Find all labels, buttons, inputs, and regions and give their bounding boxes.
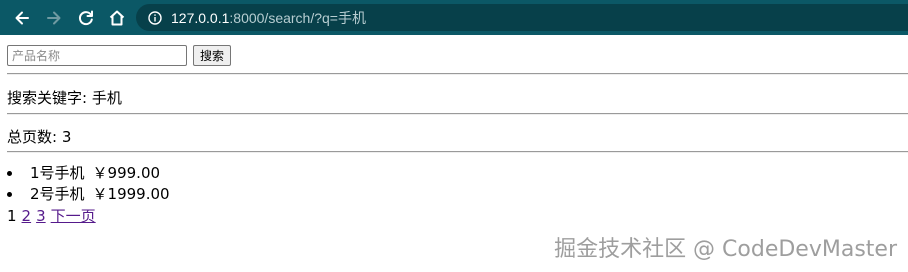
reload-icon <box>78 10 93 25</box>
address-bar[interactable]: 127.0.0.1:8000/search/?q=手机 <box>136 4 908 31</box>
search-form: 搜索 <box>7 45 232 66</box>
search-button[interactable]: 搜索 <box>193 45 232 66</box>
arrow-left-icon <box>15 11 29 24</box>
current-page: 1 <box>7 207 17 225</box>
list-item: 2号手机 ￥1999.00 <box>7 184 170 205</box>
home-icon <box>109 10 125 25</box>
pagination: 1 2 3 下一页 <box>7 205 96 226</box>
total-pages-label: 总页数: 3 <box>7 128 72 146</box>
product-name: 2号手机 <box>30 185 85 203</box>
reload-button[interactable] <box>75 7 97 29</box>
url-path: :8000/search/?q=手机 <box>229 9 366 26</box>
page-link-2[interactable]: 2 <box>22 207 32 225</box>
home-button[interactable] <box>106 7 128 29</box>
url-host: 127.0.0.1 <box>171 9 230 26</box>
result-list: 1号手机 ￥999.00 2号手机 ￥1999.00 <box>7 163 170 205</box>
product-name: 1号手机 <box>30 164 85 182</box>
list-item: 1号手机 ￥999.00 <box>7 163 170 184</box>
forward-button[interactable] <box>43 7 65 29</box>
page-content: 搜索 搜索关键字: 手机 总页数: 3 1号手机 ￥999.00 2号手机 ￥199… <box>0 35 908 272</box>
product-price: ￥1999.00 <box>92 185 170 203</box>
divider <box>7 151 908 153</box>
url-text[interactable]: 127.0.0.1:8000/search/?q=手机 <box>171 8 366 28</box>
watermark: 掘金技术社区 @ CodeDevMaster <box>554 237 897 262</box>
divider <box>7 73 908 75</box>
page-link-3[interactable]: 3 <box>36 207 46 225</box>
bullet-icon <box>7 171 12 176</box>
info-icon[interactable] <box>148 10 162 25</box>
divider <box>7 113 908 115</box>
next-page-link[interactable]: 下一页 <box>51 207 96 225</box>
product-price: ￥999.00 <box>92 164 161 182</box>
search-input[interactable] <box>7 45 187 66</box>
keyword-label: 搜索关键字: 手机 <box>7 89 122 107</box>
back-button[interactable] <box>11 7 33 29</box>
browser-toolbar: 127.0.0.1:8000/search/?q=手机 <box>0 0 908 35</box>
arrow-right-icon <box>47 11 61 24</box>
bullet-icon <box>7 192 12 197</box>
